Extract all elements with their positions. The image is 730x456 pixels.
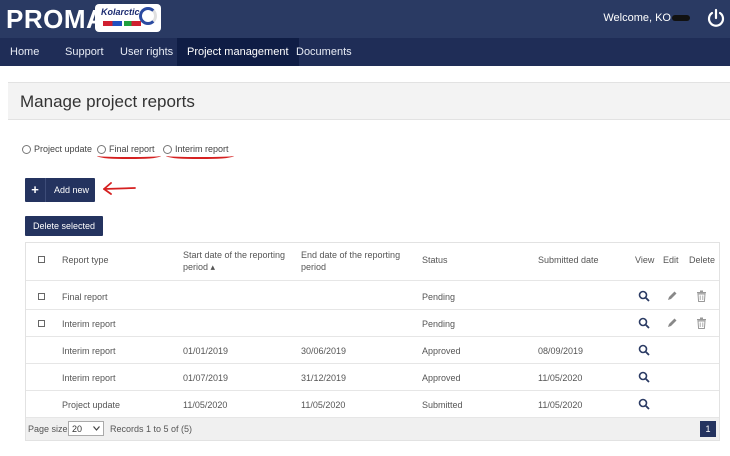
logout-power-icon[interactable] (706, 8, 726, 28)
annotation-arrow-icon (101, 182, 137, 196)
welcome-label: Welcome, KO (603, 12, 671, 24)
radio-circle-icon[interactable] (22, 144, 31, 154)
header-delete: Delete (689, 255, 716, 265)
delete-trash-icon[interactable] (696, 317, 707, 329)
annotation-underline-interim (166, 151, 234, 159)
cell-status: Pending (422, 319, 456, 329)
kolarctic-logo: Kolarctic (95, 4, 161, 32)
page-size-value: 20 (72, 424, 83, 434)
logo-flags-icon (103, 21, 141, 26)
cell-status: Submitted (422, 400, 463, 410)
edit-pencil-icon[interactable] (666, 290, 678, 302)
nav-project-management[interactable]: Project management (177, 38, 299, 66)
logo-swirl-icon (139, 7, 157, 25)
header-status[interactable]: Status (422, 255, 448, 265)
header-view: View (635, 255, 655, 265)
pagination-page-1[interactable]: 1 (700, 421, 716, 437)
radio-label: Project update (34, 144, 93, 154)
add-new-label: Add new (54, 185, 90, 195)
cell-status: Approved (422, 346, 461, 356)
delete-selected-button[interactable]: Delete selected (25, 216, 103, 236)
cell-start-date: 01/01/2019 (183, 346, 229, 356)
add-new-button[interactable]: + Add new (25, 178, 95, 202)
view-search-icon[interactable] (638, 317, 650, 329)
row-checkbox[interactable] (38, 293, 45, 300)
table-row: Interim report 01/07/2019 31/12/2019 App… (26, 364, 719, 391)
table-row: Final report Pending (26, 283, 719, 310)
row-checkbox[interactable] (38, 320, 45, 327)
page-size-select[interactable]: 20 (68, 421, 104, 436)
view-search-icon[interactable] (638, 398, 650, 410)
view-search-icon[interactable] (638, 290, 650, 302)
nav-support[interactable]: Support (55, 38, 114, 66)
cell-start-date: 01/07/2019 (183, 373, 229, 383)
main-nav: Home Support User rights Project managem… (0, 38, 730, 66)
header-start-date[interactable]: Start date of the reporting (183, 250, 285, 260)
header-edit: Edit (663, 255, 679, 265)
logo-text: Kolarctic (101, 7, 140, 17)
cell-end-date: 31/12/2019 (301, 373, 347, 383)
records-count: Records 1 to 5 of (5) (110, 424, 193, 434)
header-end-date-line2[interactable]: period (301, 262, 326, 272)
table-footer: Page size : 20 Records 1 to 5 of (5) 1 (26, 418, 719, 440)
table-row: Interim report Pending (26, 310, 719, 337)
reports-table: Report type Start date of the reporting … (25, 242, 720, 441)
redaction-mark (672, 15, 690, 22)
cell-report-type: Interim report (62, 319, 116, 329)
cell-end-date: 11/05/2020 (301, 400, 346, 410)
nav-documents[interactable]: Documents (286, 38, 362, 66)
cell-report-type: Final report (62, 292, 108, 302)
cell-submitted-date: 11/05/2020 (538, 400, 583, 410)
cell-report-type: Project update (62, 400, 121, 410)
header-start-date-line2[interactable]: period ▴ (183, 262, 215, 273)
welcome-text: Welcome, KO (603, 12, 690, 24)
cell-submitted-date: 11/05/2020 (538, 373, 583, 383)
cell-end-date: 30/06/2019 (301, 346, 347, 356)
select-all-checkbox[interactable] (38, 256, 45, 263)
top-bar: PROMAS Kolarctic Welcome, KO (0, 0, 730, 38)
view-search-icon[interactable] (638, 371, 650, 383)
table-header-row: Report type Start date of the reporting … (26, 243, 719, 281)
edit-pencil-icon[interactable] (666, 317, 678, 329)
cell-status: Pending (422, 292, 456, 302)
page-size-label: Page size : (28, 424, 73, 434)
cell-report-type: Interim report (62, 373, 116, 383)
delete-trash-icon[interactable] (696, 290, 707, 302)
view-search-icon[interactable] (638, 344, 650, 356)
radio-project-update[interactable]: Project update (22, 144, 92, 154)
table-row: Project update 11/05/2020 11/05/2020 Sub… (26, 391, 719, 418)
header-end-date[interactable]: End date of the reporting (301, 250, 400, 260)
annotation-underline-final (97, 151, 161, 159)
page-title: Manage project reports (20, 92, 195, 111)
nav-home[interactable]: Home (0, 38, 49, 66)
header-report-type[interactable]: Report type (62, 255, 109, 265)
plus-icon: + (25, 178, 46, 202)
cell-submitted-date: 08/09/2019 (538, 346, 584, 356)
nav-user-rights[interactable]: User rights (110, 38, 183, 66)
cell-start-date: 11/05/2020 (183, 400, 228, 410)
header-submitted-date[interactable]: Submitted date (538, 255, 599, 265)
chevron-down-icon (93, 426, 100, 431)
table-row: Interim report 01/01/2019 30/06/2019 App… (26, 337, 719, 364)
cell-status: Approved (422, 373, 461, 383)
page-header: Manage project reports (8, 82, 730, 120)
cell-report-type: Interim report (62, 346, 116, 356)
